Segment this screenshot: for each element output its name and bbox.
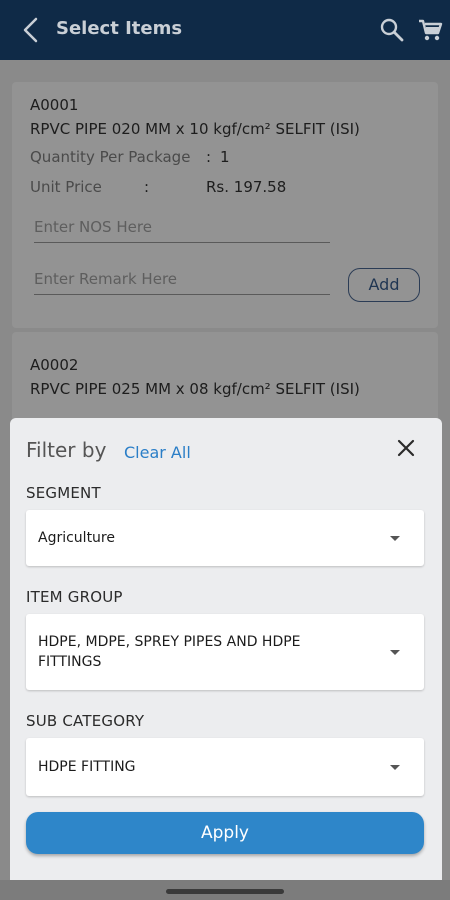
segment-value: Agriculture xyxy=(38,530,115,546)
item-group-select[interactable]: HDPE, MDPE, SPREY PIPES AND HDPE FITTING… xyxy=(26,614,424,690)
quantity-label: Quantity Per Package xyxy=(30,148,191,166)
home-indicator[interactable] xyxy=(166,889,284,894)
page-title: Select Items xyxy=(56,18,183,39)
sub-category-label: SUB CATEGORY xyxy=(26,712,145,730)
dropdown-caret-icon xyxy=(390,536,400,541)
segment-label: SEGMENT xyxy=(26,484,101,502)
app-bar: Select Items xyxy=(0,0,450,60)
unit-price-value: Rs. 197.58 xyxy=(206,178,287,196)
dropdown-caret-icon xyxy=(390,650,400,655)
close-icon[interactable] xyxy=(394,436,418,460)
item-name: RPVC PIPE 020 MM x 10 kgf/cm² SELFIT (IS… xyxy=(30,120,360,138)
item-group-value: HDPE, MDPE, SPREY PIPES AND HDPE FITTING… xyxy=(38,634,301,670)
item-group-label: ITEM GROUP xyxy=(26,588,123,606)
sub-category-value: HDPE FITTING xyxy=(38,759,136,775)
nos-input[interactable]: Enter NOS Here xyxy=(34,218,330,243)
system-nav-bar xyxy=(0,880,450,900)
filter-title: Filter by xyxy=(26,438,107,462)
sub-category-select[interactable]: HDPE FITTING xyxy=(26,738,424,796)
item-code: A0002 xyxy=(30,356,79,374)
filter-sheet: Filter by Clear All SEGMENT Agriculture … xyxy=(10,418,442,880)
search-icon[interactable] xyxy=(378,16,406,44)
quantity-separator: : xyxy=(206,148,212,166)
item-name: RPVC PIPE 025 MM x 08 kgf/cm² SELFIT (IS… xyxy=(30,380,360,398)
unit-price-label: Unit Price xyxy=(30,178,102,196)
apply-button[interactable]: Apply xyxy=(26,812,424,854)
segment-select[interactable]: Agriculture xyxy=(26,510,424,566)
add-button[interactable]: Add xyxy=(348,268,420,302)
item-card: A0001 RPVC PIPE 020 MM x 10 kgf/cm² SELF… xyxy=(12,82,438,328)
item-code: A0001 xyxy=(30,96,79,114)
quantity-value: 1 xyxy=(220,148,230,166)
dropdown-caret-icon xyxy=(390,765,400,770)
cart-icon[interactable] xyxy=(416,16,444,44)
clear-all-link[interactable]: Clear All xyxy=(124,443,191,462)
unit-price-separator: : xyxy=(144,178,150,196)
remark-input[interactable]: Enter Remark Here xyxy=(34,270,330,295)
back-arrow-icon[interactable] xyxy=(18,14,46,46)
